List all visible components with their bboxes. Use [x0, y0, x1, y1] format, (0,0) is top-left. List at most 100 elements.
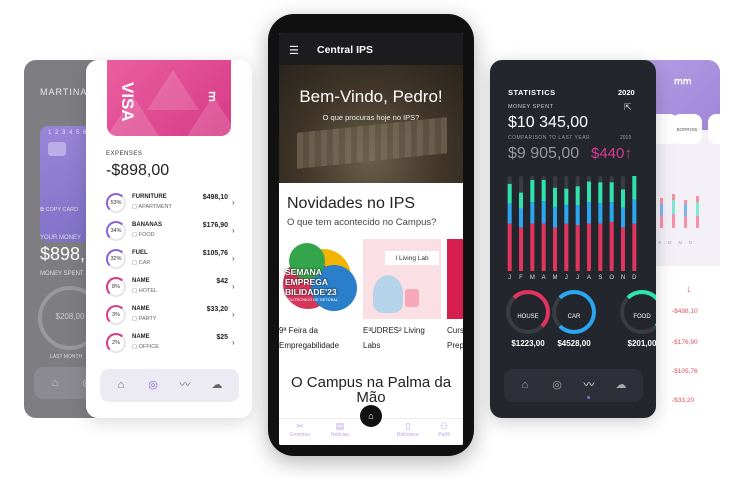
bar-segment[interactable]: [575, 205, 580, 226]
menu-icon[interactable]: ☰: [289, 44, 299, 57]
bar-segment[interactable]: [507, 223, 512, 272]
money-spent-value: $10 345,00: [508, 114, 589, 131]
bar-segment[interactable]: [587, 223, 591, 272]
welcome-subtitle: O que procuras hoje no IPS?: [322, 113, 420, 122]
bar-segment[interactable]: [609, 182, 614, 203]
copy-card-label: COPY CARD: [45, 207, 79, 213]
bar-segment[interactable]: [587, 202, 591, 224]
chat-icon[interactable]: ☁: [210, 378, 224, 392]
bar-segment[interactable]: [609, 221, 614, 271]
comparison-label: COMPARISON TO LAST YEAR: [508, 135, 591, 141]
news-thumb-empregabilidade[interactable]: SEMANA EMPREGA BILIDADE'23 POLITÉCNICO D…: [279, 239, 357, 319]
news-thumb-cursos[interactable]: [447, 239, 463, 319]
stats-year[interactable]: 2020: [618, 88, 635, 97]
bar-segment[interactable]: [541, 201, 546, 224]
nav-ementas[interactable]: ✂ Ementas: [285, 421, 315, 438]
bar-segment[interactable]: [530, 202, 535, 224]
chevron-right-icon[interactable]: ›: [232, 198, 235, 207]
hero-banner: Bem-Vindo, Pedro! O que procuras hoje no…: [279, 65, 463, 183]
circle-icon[interactable]: ◎: [550, 378, 564, 392]
bar-segment[interactable]: [621, 189, 625, 208]
export-icon[interactable]: ⇱: [624, 102, 632, 113]
card-brand: VISA: [118, 82, 137, 122]
bar-segment[interactable]: [507, 183, 512, 204]
statistics-card: STATISTICS 2020 MONEY SPENT ⇱ $10 345,00…: [490, 60, 656, 418]
bar-segment[interactable]: [519, 192, 523, 209]
bar-segment[interactable]: [530, 179, 535, 203]
circle-icon[interactable]: ◎: [146, 378, 160, 392]
category-text: HOTEL: [138, 288, 158, 294]
month-tick-label: N: [621, 275, 625, 281]
bar-segment[interactable]: [553, 227, 557, 271]
bar-segment[interactable]: [530, 223, 535, 272]
expense-row[interactable]: 32% FUEL ▢ CAR $105,76 ›: [106, 249, 236, 275]
news-caption-1[interactable]: 9ª Feira da Empregabilidade: [279, 323, 359, 353]
chevron-right-icon[interactable]: ›: [232, 254, 235, 263]
percent-ring: 8%: [106, 277, 126, 297]
chart-icon[interactable]: 〰: [178, 378, 192, 392]
chevron-right-icon[interactable]: ›: [232, 338, 235, 347]
nav-perfil[interactable]: ⚇ Perfil: [429, 421, 459, 438]
visa-card[interactable]: VISA ⅿ: [107, 60, 231, 136]
category-label: FOOD: [633, 314, 651, 320]
chat-icon[interactable]: ☁: [614, 378, 628, 392]
expense-row[interactable]: 2% NAME ▢ OFFICE $25 ›: [106, 333, 236, 359]
expense-row[interactable]: 34% BANANAS ▢ FOOD $176,90 ›: [106, 221, 236, 247]
borrow-button[interactable]: BORROW: [672, 114, 702, 144]
bar-segment[interactable]: [564, 188, 569, 205]
thumb-title: I Living Lab: [385, 251, 439, 265]
news-thumb-living-lab[interactable]: I Living Lab: [363, 239, 441, 319]
bar-segment[interactable]: [507, 203, 512, 224]
bar-segment[interactable]: [564, 204, 569, 224]
category-donut[interactable]: [552, 290, 596, 334]
amount: -$498,10: [672, 308, 698, 315]
bar-segment[interactable]: [632, 176, 637, 200]
bar-segment[interactable]: [587, 181, 591, 203]
month-label: D: [688, 240, 700, 245]
category-donut[interactable]: [506, 290, 550, 334]
bar-segment[interactable]: [575, 186, 580, 206]
bar-segment[interactable]: [609, 202, 614, 222]
bar-segment[interactable]: [519, 208, 523, 228]
home-icon[interactable]: ⌂: [114, 378, 128, 392]
bar-segment[interactable]: [541, 223, 546, 272]
bar-segment[interactable]: [541, 179, 546, 202]
home-button[interactable]: ⌂: [360, 405, 382, 427]
money-value: $898,: [40, 244, 86, 264]
bar-segment[interactable]: [598, 223, 603, 272]
chevron-right-icon[interactable]: ›: [232, 282, 235, 291]
chart-icon[interactable]: 〰: [582, 378, 596, 392]
category-value: $4528,00: [557, 339, 591, 348]
home-icon[interactable]: ⌂: [518, 378, 532, 392]
expense-row[interactable]: 8% NAME ▢ HOTEL $42 ›: [106, 277, 236, 303]
home-icon[interactable]: ⌂: [48, 376, 62, 390]
copy-card-button[interactable]: ⧉ COPY CARD: [40, 207, 78, 214]
expense-name: NAME: [132, 278, 150, 284]
bar-segment[interactable]: [621, 227, 625, 271]
nav-noticias[interactable]: ▤ Notícias: [325, 421, 355, 438]
bar-segment[interactable]: [598, 202, 603, 224]
bar-segment[interactable]: [598, 182, 603, 203]
bar-segment[interactable]: [621, 207, 625, 228]
chevron-right-icon[interactable]: ›: [232, 310, 235, 319]
expense-row[interactable]: 3% NAME ▢ PARTY $33,20 ›: [106, 305, 236, 331]
percent-ring: 34%: [106, 221, 126, 241]
pill-button[interactable]: [708, 114, 720, 144]
bar-segment[interactable]: [632, 199, 637, 224]
nav-biblioteca[interactable]: ▯ Biblioteca: [393, 421, 423, 438]
expense-amount: $498,10: [202, 194, 228, 201]
category-donut[interactable]: [620, 290, 656, 334]
chevron-right-icon[interactable]: ›: [232, 226, 235, 235]
bar-segment[interactable]: [575, 225, 580, 271]
expense-row[interactable]: 53% FURNITURE ▢ APARTMENT $498,10 ›: [106, 193, 236, 219]
bar-segment[interactable]: [553, 206, 557, 228]
news-caption-3[interactable]: Curs Prep: [447, 323, 463, 353]
expense-category: ▢ APARTMENT: [132, 204, 172, 210]
bar-segment[interactable]: [564, 223, 569, 272]
bar-segment[interactable]: [553, 187, 557, 207]
category-text: PARTY: [138, 316, 157, 322]
news-caption-2[interactable]: E³UDRES² Living Labs: [363, 323, 435, 353]
bar-segment[interactable]: [519, 227, 523, 271]
month-labels: SOND: [658, 240, 699, 245]
bar-segment[interactable]: [632, 223, 637, 272]
